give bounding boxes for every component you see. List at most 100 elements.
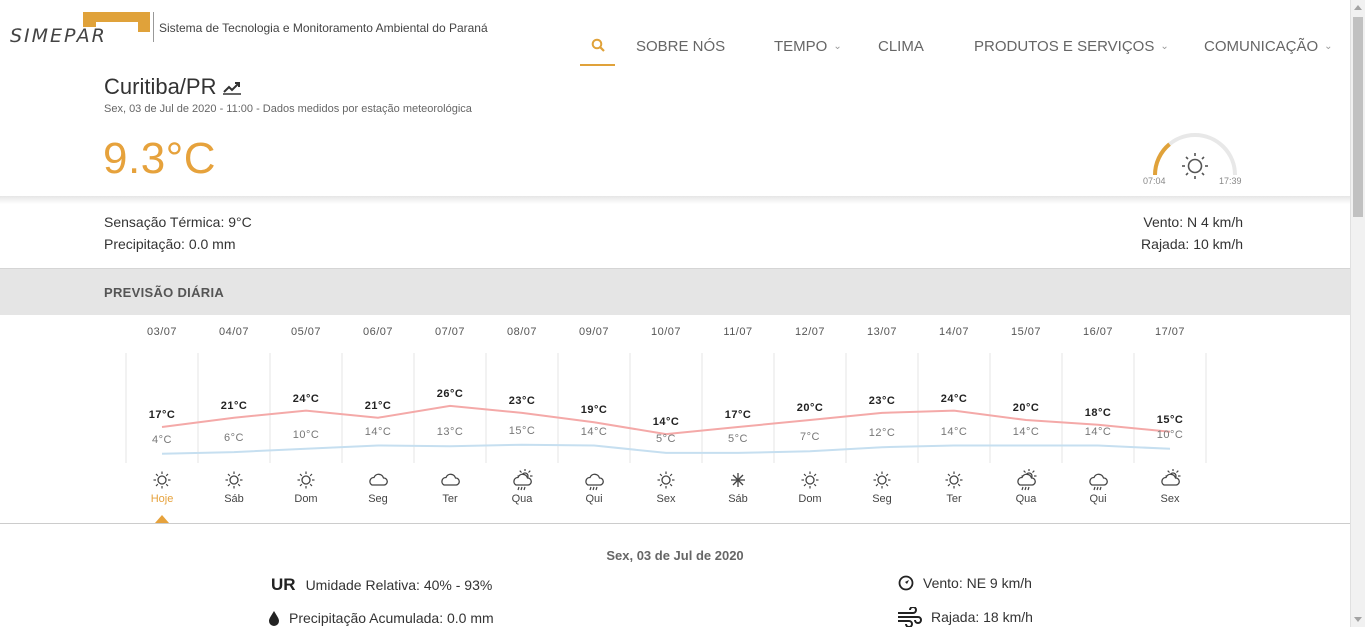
logo-separator — [153, 12, 154, 42]
sun-cloud-rain-icon — [486, 469, 558, 491]
forecast-date: 14/07 — [938, 326, 970, 338]
page-scrollbar[interactable] — [1350, 0, 1365, 627]
forecast-max-temp: 26°C — [436, 387, 464, 400]
forecast-min-temp: 14°C — [364, 425, 392, 438]
forecast-min-temp: 4°C — [152, 433, 172, 446]
section-divider — [0, 523, 1350, 524]
trend-chart-icon[interactable] — [222, 79, 242, 95]
forecast-day-name: Sáb — [728, 493, 748, 505]
logo-subtitle: Sistema de Tecnologia e Monitoramento Am… — [159, 21, 488, 35]
forecast-min-temp: 14°C — [940, 425, 968, 438]
compass-icon — [898, 575, 914, 591]
min-temp-line — [161, 443, 1171, 455]
sun-icon — [1182, 153, 1208, 179]
frost-icon — [702, 469, 774, 491]
nav-sobre-nos[interactable]: SOBRE NÓS — [636, 26, 725, 66]
main-nav — [580, 26, 635, 66]
forecast-min-temp: 6°C — [224, 432, 244, 445]
nav-clima[interactable]: CLIMA — [878, 26, 924, 66]
humidity-row: UR Umidade Relativa: 40% - 93% — [271, 575, 492, 595]
scroll-down-arrow[interactable] — [1354, 617, 1362, 622]
forecast-day-name: Hoje — [150, 493, 174, 505]
nav-produtos-servicos[interactable]: PRODUTOS E SERVIÇOS ⌄ — [974, 26, 1169, 66]
forecast-date: 11/07 — [723, 326, 753, 338]
search-button[interactable] — [580, 26, 615, 66]
water-drop-icon — [269, 611, 279, 626]
forecast-day-name: Ter — [442, 493, 458, 505]
precipitation: Precipitação: 0.0 mm — [104, 236, 236, 252]
forecast-date: 15/07 — [1010, 326, 1042, 338]
sun-icon — [846, 469, 918, 491]
precip-acc-value: Precipitação Acumulada: 0.0 mm — [289, 610, 494, 626]
cloud-rain-icon — [558, 469, 630, 491]
forecast-day-name: Seg — [368, 493, 388, 505]
forecast-day-name: Qua — [511, 493, 533, 505]
detail-gust-row: Rajada: 18 km/h — [897, 607, 1033, 627]
forecast-max-temp: 24°C — [940, 392, 968, 405]
forecast-date: 04/07 — [218, 326, 250, 338]
humidity-value: Umidade Relativa: 40% - 93% — [305, 577, 493, 593]
wind: Vento: N 4 km/h — [1143, 214, 1243, 230]
forecast-date: 13/07 — [866, 326, 898, 338]
forecast-max-temp: 21°C — [364, 399, 392, 412]
sunrise-time: 07:04 — [1143, 176, 1166, 186]
forecast-day-name: Qui — [1089, 493, 1107, 505]
forecast-date: 05/07 — [290, 326, 322, 338]
current-temperature: 9.3°C — [103, 134, 217, 183]
city-title: Curitiba/PR — [104, 74, 242, 100]
forecast-day-name: Sáb — [224, 493, 244, 505]
svg-text:SIMEPAR: SIMEPAR — [10, 25, 107, 46]
forecast-date: 06/07 — [362, 326, 394, 338]
forecast-min-temp: 7°C — [800, 431, 820, 444]
daily-forecast: 03/07 17°C 4°C Hoje 04/07 21°C 6°C Sáb 05/07 24°C… — [0, 315, 1350, 525]
forecast-max-temp: 17°C — [724, 409, 752, 422]
sun-cloud-icon — [1134, 469, 1206, 491]
feels-like: Sensação Térmica: 9°C — [104, 214, 252, 230]
forecast-date: 03/07 — [146, 326, 178, 338]
forecast-min-temp: 14°C — [580, 425, 608, 438]
forecast-min-temp: 10°C — [1156, 428, 1184, 441]
cloud-rain-icon — [1062, 469, 1134, 491]
nav-tempo[interactable]: TEMPO ⌄ — [774, 26, 842, 66]
scroll-up-arrow[interactable] — [1354, 5, 1362, 10]
scroll-thumb[interactable] — [1353, 17, 1363, 217]
forecast-day-name: Seg — [872, 493, 892, 505]
forecast-day-name: Sex — [656, 493, 676, 505]
sun-icon — [126, 469, 198, 491]
forecast-date: 07/07 — [434, 326, 466, 338]
forecast-max-temp: 21°C — [220, 399, 248, 412]
daily-forecast-header: PREVISÃO DIÁRIA — [0, 268, 1350, 315]
forecast-date: 08/07 — [506, 326, 538, 338]
forecast-max-temp: 23°C — [868, 394, 896, 407]
forecast-day-name: Dom — [798, 493, 822, 505]
nav-comunicacao[interactable]: COMUNICAÇÃO ⌄ — [1204, 26, 1333, 66]
forecast-min-temp: 5°C — [728, 432, 748, 445]
forecast-max-temp: 18°C — [1084, 406, 1112, 419]
forecast-day-name: Ter — [946, 493, 962, 505]
chevron-down-icon: ⌄ — [1160, 40, 1169, 52]
daily-forecast-title: PREVISÃO DIÁRIA — [104, 285, 225, 300]
forecast-date: 12/07 — [794, 326, 826, 338]
precip-acc-row: Precipitação Acumulada: 0.0 mm — [268, 610, 494, 626]
sun-icon — [630, 469, 702, 491]
forecast-day-name: Dom — [294, 493, 318, 505]
detail-wind-row: Vento: NE 9 km/h — [898, 575, 1032, 591]
cloud-icon — [342, 469, 414, 491]
forecast-max-temp: 20°C — [1012, 402, 1040, 414]
search-icon — [591, 38, 605, 52]
forecast-date: 17/07 — [1154, 326, 1186, 338]
cloud-icon — [414, 469, 486, 491]
sun-icon — [270, 469, 342, 491]
active-day-caret — [155, 515, 169, 523]
ur-label: UR — [271, 575, 296, 594]
forecast-day-name: Qua — [1015, 493, 1037, 505]
forecast-min-temp: 12°C — [868, 427, 896, 440]
forecast-max-temp: 20°C — [796, 402, 824, 414]
sun-icon — [198, 469, 270, 491]
sun-cloud-rain-icon — [990, 469, 1062, 491]
forecast-min-temp: 15°C — [508, 424, 536, 437]
simepar-logo[interactable]: SIMEPAR — [10, 10, 150, 47]
forecast-min-temp: 14°C — [1012, 425, 1040, 438]
forecast-date: 09/07 — [578, 326, 610, 338]
forecast-min-temp: 13°C — [436, 426, 464, 439]
